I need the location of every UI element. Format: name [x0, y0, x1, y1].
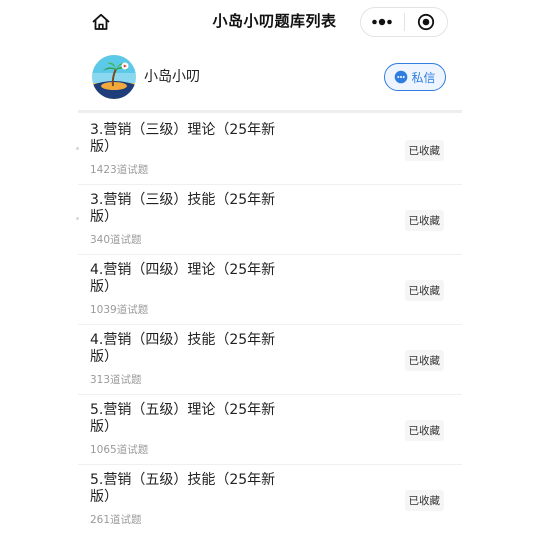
question-bank-list: 3.营销（三级）理论（25年新版） 1423道试题 已收藏 3.营销（三级）技能…	[76, 115, 462, 535]
more-dots-icon	[371, 18, 393, 26]
private-message-label: 私信	[411, 70, 436, 85]
bank-title: 5.营销（五级）理论（25年新版）	[90, 402, 276, 435]
page: 小岛小叨题库列表 小岛小叨 私信 3.营销（三级）理论（25年新版） 1423道…	[0, 0, 549, 537]
list-marker	[76, 147, 79, 150]
author-name: 小岛小叨	[144, 69, 200, 85]
page-title: 小岛小叨题库列表	[212, 12, 337, 30]
bank-title: 5.营销（五级）技能（25年新版）	[90, 472, 276, 505]
list-item[interactable]: 4.营销（四级）技能（25年新版） 313道试题 已收藏	[78, 325, 462, 395]
close-button[interactable]	[404, 8, 447, 36]
question-count: 313道试题	[90, 374, 142, 386]
list-item[interactable]: 5.营销（五级）技能（25年新版） 261道试题 已收藏	[78, 465, 462, 535]
private-message-button[interactable]: 私信	[384, 63, 446, 91]
mini-program-capsule	[360, 7, 448, 37]
favorited-badge[interactable]: 已收藏	[404, 350, 444, 371]
favorited-badge[interactable]: 已收藏	[404, 210, 444, 231]
more-button[interactable]	[361, 8, 404, 36]
navigation-bar: 小岛小叨题库列表	[0, 0, 549, 44]
bank-title: 3.营销（三级）技能（25年新版）	[90, 192, 276, 225]
question-count: 1039道试题	[90, 304, 149, 316]
list-item[interactable]: 4.营销（四级）理论（25年新版） 1039道试题 已收藏	[78, 255, 462, 325]
favorited-badge[interactable]: 已收藏	[404, 140, 444, 161]
list-marker	[76, 217, 79, 220]
bank-title: 3.营销（三级）理论（25年新版）	[90, 122, 276, 155]
question-count: 1423道试题	[90, 164, 149, 176]
question-count: 261道试题	[90, 514, 142, 526]
list-item[interactable]: 3.营销（三级）技能（25年新版） 340道试题 已收藏	[76, 185, 462, 255]
list-item[interactable]: 5.营销（五级）理论（25年新版） 1065道试题 已收藏	[78, 395, 462, 465]
bank-title: 4.营销（四级）理论（25年新版）	[90, 262, 276, 295]
question-count: 1065道试题	[90, 444, 149, 456]
author-header: 小岛小叨 私信	[78, 48, 462, 113]
bank-title: 4.营销（四级）技能（25年新版）	[90, 332, 276, 365]
list-item[interactable]: 3.营销（三级）理论（25年新版） 1423道试题 已收藏	[76, 115, 462, 185]
avatar[interactable]	[92, 55, 136, 99]
target-close-icon	[417, 13, 435, 31]
favorited-badge[interactable]: 已收藏	[404, 280, 444, 301]
favorited-badge[interactable]: 已收藏	[404, 420, 444, 441]
chat-bubble-icon	[394, 70, 408, 84]
question-count: 340道试题	[90, 234, 142, 246]
favorited-badge[interactable]: 已收藏	[404, 490, 444, 511]
